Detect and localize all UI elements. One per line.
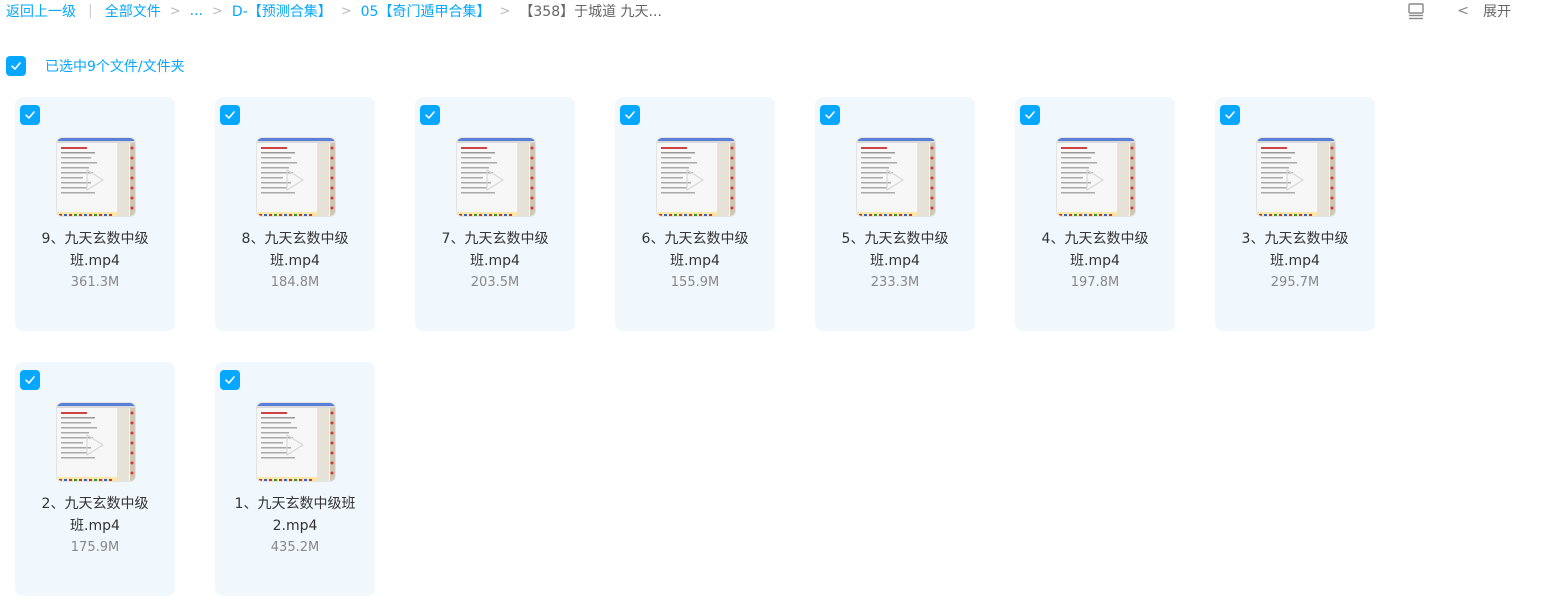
video-thumbnail [56,402,136,482]
breadcrumb-item-ellipsis[interactable]: ... [190,3,203,19]
video-thumbnail [56,137,136,217]
file-size: 295.7M [1270,275,1320,290]
video-thumbnail-icon [257,138,335,216]
checkmark-icon [425,111,435,119]
file-checkbox[interactable] [1220,105,1240,125]
breadcrumb-item-all-files[interactable]: 全部文件 [105,1,161,21]
video-thumbnail [856,137,936,217]
select-all-checkbox[interactable] [6,56,26,76]
file-name: 8、九天玄数中级班.mp4 [241,231,349,269]
expand-button[interactable]: < 展开 [1457,1,1511,21]
file-card[interactable]: 2、九天玄数中级班.mp4 175.9M [15,362,175,596]
file-checkbox[interactable] [1020,105,1040,125]
breadcrumb-item-current: 【358】于城道 九天... [519,4,662,20]
video-thumbnail [1256,137,1336,217]
file-name: 1、九天玄数中级班2.mp4 [234,496,356,534]
file-name: 6、九天玄数中级班.mp4 [641,231,749,269]
video-thumbnail-icon [457,138,535,216]
checkmark-icon [25,111,35,119]
chevron-right-icon: > [340,3,352,19]
video-thumbnail-icon [57,138,135,216]
file-card[interactable]: 6、九天玄数中级班.mp4 155.9M [615,97,775,331]
file-card[interactable]: 9、九天玄数中级班.mp4 361.3M [15,97,175,331]
back-link[interactable]: 返回上一级 [6,1,76,21]
select-all-row: 已选中9个文件/文件夹 [6,56,185,76]
file-checkbox[interactable] [20,370,40,390]
list-view-icon[interactable] [1407,2,1425,20]
video-thumbnail [1056,137,1136,217]
breadcrumb-divider: | [88,3,93,19]
file-checkbox[interactable] [620,105,640,125]
checkmark-icon [225,376,235,384]
checkmark-icon [25,376,35,384]
file-card[interactable]: 4、九天玄数中级班.mp4 197.8M [1015,97,1175,331]
file-name: 3、九天玄数中级班.mp4 [1241,231,1349,269]
file-size: 233.3M [870,275,920,290]
breadcrumb-item-prediction[interactable]: D-【预测合集】 [232,1,332,21]
breadcrumb-item-qimen[interactable]: 05【奇门遁甲合集】 [361,1,491,21]
checkmark-icon [1025,111,1035,119]
video-thumbnail [456,137,536,217]
file-name: 9、九天玄数中级班.mp4 [41,231,149,269]
video-thumbnail-icon [1057,138,1135,216]
video-thumbnail-icon [257,403,335,481]
file-checkbox[interactable] [220,370,240,390]
file-size: 197.8M [1070,275,1120,290]
file-card[interactable]: 1、九天玄数中级班2.mp4 435.2M [215,362,375,596]
file-card[interactable]: 5、九天玄数中级班.mp4 233.3M [815,97,975,331]
video-thumbnail [256,137,336,217]
checkmark-icon [225,111,235,119]
file-card[interactable]: 8、九天玄数中级班.mp4 184.8M [215,97,375,331]
file-checkbox[interactable] [420,105,440,125]
breadcrumb: 返回上一级 | 全部文件 > ... > D-【预测合集】 > 05【奇门遁甲合… [6,0,662,22]
expand-label: 展开 [1483,4,1511,20]
checkmark-icon [825,111,835,119]
view-controls: < 展开 [1407,0,1511,22]
file-size: 435.2M [270,540,320,555]
file-name: 5、九天玄数中级班.mp4 [841,231,949,269]
chevron-right-icon: > [499,3,511,19]
file-card[interactable]: 7、九天玄数中级班.mp4 203.5M [415,97,575,331]
checkmark-icon [11,62,21,70]
chevron-right-icon: > [211,3,223,19]
file-size: 203.5M [470,275,520,290]
file-name: 4、九天玄数中级班.mp4 [1041,231,1149,269]
file-size: 155.9M [670,275,720,290]
chevron-right-icon: > [169,3,181,19]
video-thumbnail [256,402,336,482]
checkmark-icon [1225,111,1235,119]
checkmark-icon [625,111,635,119]
file-name: 2、九天玄数中级班.mp4 [41,496,149,534]
file-name: 7、九天玄数中级班.mp4 [441,231,549,269]
video-thumbnail-icon [1257,138,1335,216]
video-thumbnail-icon [57,403,135,481]
chevron-left-icon: < [1457,3,1469,19]
file-checkbox[interactable] [820,105,840,125]
file-card[interactable]: 3、九天玄数中级班.mp4 295.7M [1215,97,1375,331]
file-checkbox[interactable] [20,105,40,125]
file-size: 184.8M [270,275,320,290]
file-size: 175.9M [70,540,120,555]
video-thumbnail-icon [657,138,735,216]
video-thumbnail-icon [857,138,935,216]
file-size: 361.3M [70,275,120,290]
video-thumbnail [656,137,736,217]
file-checkbox[interactable] [220,105,240,125]
selection-count-label: 已选中9个文件/文件夹 [45,59,185,75]
